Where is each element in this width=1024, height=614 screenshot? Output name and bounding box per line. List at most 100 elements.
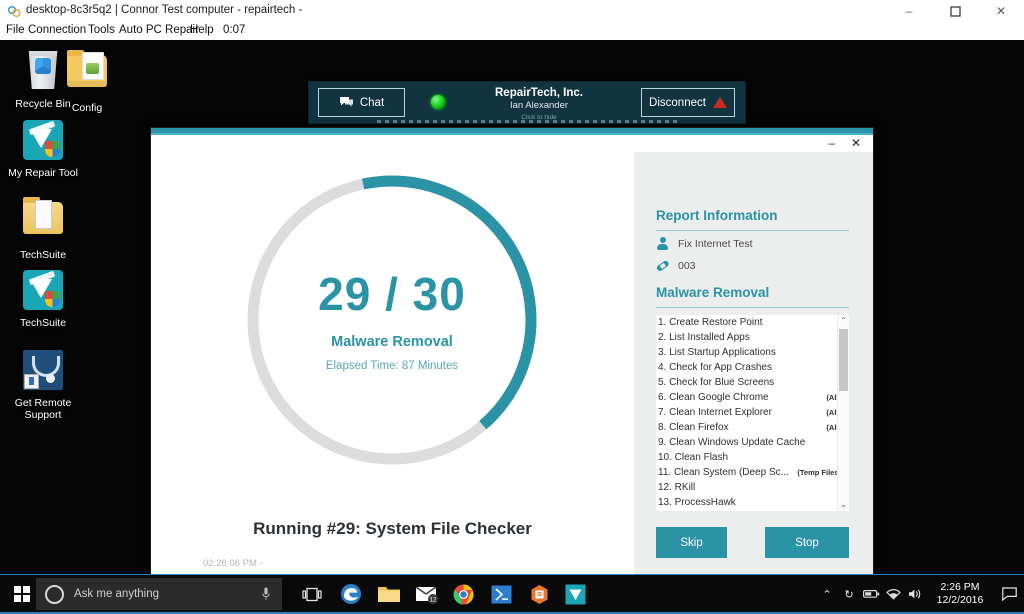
company-name: RepairTech, Inc. (495, 87, 583, 99)
elapsed-time: Elapsed Time: 87 Minutes (325, 360, 459, 372)
window-minimize-button[interactable]: – (886, 0, 932, 22)
app-minimize-button[interactable]: – (828, 137, 835, 149)
desktop-icon-get-remote-support[interactable]: Get Remote Support (0, 348, 86, 421)
search-input[interactable]: Ask me anything (36, 578, 282, 610)
report-information-heading: Report Information (656, 208, 778, 223)
remote-session-window: desktop-8c3r5q2 | Connor Test computer -… (0, 0, 1024, 614)
menu-connection[interactable]: Connection (28, 24, 86, 36)
taskbar-app-edge[interactable] (332, 578, 370, 610)
task-list-scrollbar[interactable]: ⌃ ⌄ (837, 315, 849, 511)
task-list-item[interactable]: 11. Clean System (Deep Sc... (Temp Files) (656, 466, 849, 481)
report-sidebar: Report Information Fix Internet Test 003… (634, 152, 873, 574)
search-placeholder: Ask me anything (74, 588, 160, 600)
menu-help[interactable]: Help (190, 24, 214, 36)
app-titlebar[interactable]: – ✕ (151, 128, 873, 153)
file-explorer-icon (378, 587, 400, 602)
task-label: 5. Check for Blue Screens (658, 377, 775, 388)
task-list-item[interactable]: 1. Create Restore Point (656, 316, 849, 331)
task-label: 12. RKill (658, 482, 696, 493)
person-icon (656, 237, 669, 250)
app-accent-strip-light (151, 133, 873, 135)
chat-button[interactable]: Chat (318, 88, 405, 117)
session-info[interactable]: RepairTech, Inc. Ian Alexander Click to … (459, 87, 619, 122)
menu-tools[interactable]: Tools (88, 24, 115, 36)
desktop-icon-label: TechSuite (19, 317, 67, 329)
task-label: 13. ProcessHawk (658, 497, 736, 508)
desktop-icon-techsuite-app[interactable]: TechSuite (0, 268, 86, 329)
task-list-item[interactable]: 7. Clean Internet Explorer (All) (656, 406, 849, 421)
chrome-icon (453, 584, 474, 604)
menu-file[interactable]: File (6, 24, 25, 36)
taskbar-app-mail[interactable]: 12 (408, 578, 446, 610)
taskbar-app-office[interactable] (520, 578, 558, 610)
microphone-icon[interactable] (262, 587, 270, 601)
menu-auto-pc-repair[interactable]: Auto PC Repair (119, 24, 199, 36)
network-icon[interactable] (882, 574, 904, 614)
task-list-item[interactable]: 6. Clean Google Chrome (All) (656, 391, 849, 406)
task-label: 7. Clean Internet Explorer (658, 407, 772, 418)
scrollbar-thumb[interactable] (839, 329, 848, 391)
desktop-icon-my-repair-tool[interactable]: My Repair Tool (0, 118, 86, 179)
windows-taskbar: Ask me anything 12 ⌃ ↻ 2:26 PM 12/2/2016 (0, 574, 1024, 614)
disconnect-button[interactable]: Disconnect (641, 88, 735, 117)
drag-handle[interactable] (377, 120, 677, 123)
task-list-item[interactable]: 3. List Startup Applications (656, 346, 849, 361)
task-list-item[interactable]: 13. ProcessHawk (656, 496, 849, 511)
task-label: 1. Create Restore Point (658, 317, 763, 328)
taskbar-clock[interactable]: 2:26 PM 12/2/2016 (926, 581, 994, 607)
task-list-item[interactable]: 9. Clean Windows Update Cache (656, 436, 849, 451)
desktop-icon-config[interactable]: Config (44, 48, 130, 114)
taskbar-app-file-explorer[interactable] (370, 578, 408, 610)
taskbar-app-chrome[interactable] (444, 578, 482, 610)
powershell-icon (491, 585, 511, 603)
office-icon (531, 584, 547, 604)
task-list[interactable]: 1. Create Restore Point 2. List Installed… (656, 315, 849, 511)
battery-icon[interactable] (860, 574, 882, 614)
task-view-button[interactable] (294, 578, 330, 610)
clock-time: 2:26 PM (940, 581, 980, 593)
stop-button[interactable]: Stop (765, 527, 849, 558)
window-maximize-button[interactable] (932, 0, 978, 22)
mail-icon: 12 (415, 586, 438, 604)
task-label: 9. Clean Windows Update Cache (658, 437, 806, 448)
folder-icon (65, 50, 109, 99)
edge-icon (341, 584, 361, 604)
remote-desktop-surface[interactable]: Recycle Bin Config My Repair Tool TechSu… (0, 40, 1024, 574)
task-view-icon (302, 587, 322, 601)
task-label: 6. Clean Google Chrome (658, 392, 769, 403)
task-list-item[interactable]: 4. Check for App Crashes (656, 361, 849, 376)
task-list-item[interactable]: 10. Clean Flash (656, 451, 849, 466)
volume-icon[interactable] (904, 574, 926, 614)
report-row-customer: Fix Internet Test (656, 237, 753, 250)
task-list-item[interactable]: 8. Clean Firefox (All) (656, 421, 849, 436)
taskbar-app-repairtech[interactable] (556, 578, 594, 610)
taskbar-app-powershell[interactable] (482, 578, 520, 610)
app-close-button[interactable]: ✕ (851, 137, 861, 149)
sync-icon[interactable]: ↻ (838, 574, 860, 614)
task-list-item[interactable]: 2. List Installed Apps (656, 331, 849, 346)
task-list-item[interactable]: 12. RKill (656, 481, 849, 496)
window-close-button[interactable]: ✕ (978, 0, 1024, 22)
desktop-icon-techsuite-folder[interactable]: TechSuite (0, 195, 86, 261)
scroll-up-arrow-icon[interactable]: ⌃ (838, 315, 849, 327)
task-note: (Temp Files) (797, 468, 841, 477)
scroll-down-arrow-icon[interactable]: ⌄ (838, 499, 849, 511)
task-label: 2. List Installed Apps (658, 332, 750, 343)
action-center-button[interactable] (994, 587, 1024, 601)
desktop-icon-label: My Repair Tool (8, 167, 78, 179)
show-hidden-icons-button[interactable]: ⌃ (816, 574, 838, 614)
remote-session-icon (8, 5, 21, 18)
session-timer: 0:07 (223, 24, 246, 36)
skip-button[interactable]: Skip (656, 527, 727, 558)
current-task-label: Running #29: System File Checker (253, 519, 532, 538)
technician-name: Ian Alexander (509, 100, 569, 111)
task-label: 11. Clean System (Deep Sc... (658, 467, 789, 478)
window-title: desktop-8c3r5q2 | Connor Test computer -… (26, 4, 303, 16)
chat-button-label: Chat (359, 96, 385, 109)
report-row-ticket: 003 (656, 259, 696, 272)
task-label: 3. List Startup Applications (658, 347, 776, 358)
start-button[interactable] (4, 578, 40, 610)
task-list-item[interactable]: 5. Check for Blue Screens (656, 376, 849, 391)
progress-ring-center: 29 / 30 Malware Removal Elapsed Time: 87… (242, 170, 542, 470)
report-row-value: 003 (678, 259, 696, 272)
